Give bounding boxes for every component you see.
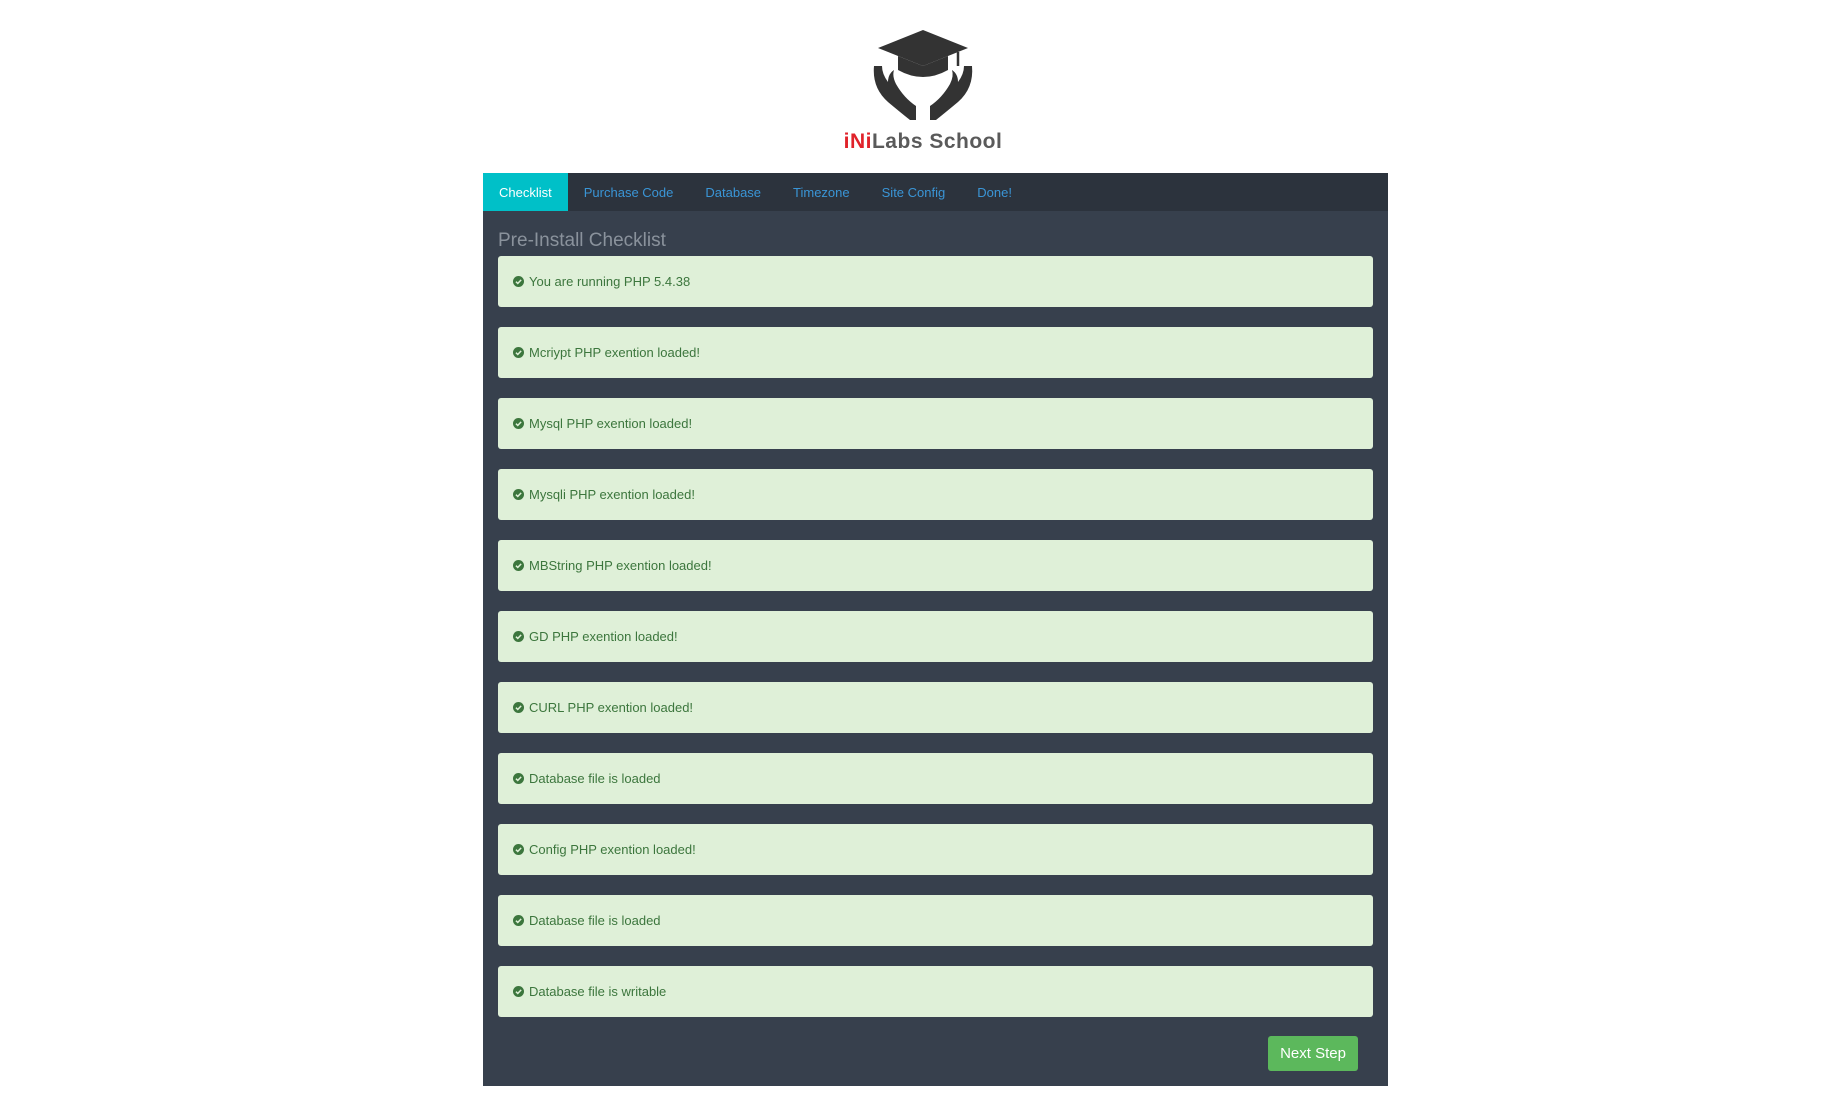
- checklist-item-text: Mcriypt PHP exention loaded!: [529, 345, 701, 360]
- tab-checklist[interactable]: Checklist: [483, 173, 568, 211]
- checklist-item: Mcriypt PHP exention loaded!: [498, 327, 1373, 378]
- checklist-item: GD PHP exention loaded!: [498, 611, 1373, 662]
- tab-database[interactable]: Database: [689, 173, 777, 211]
- checklist-item-text: MBString PHP exention loaded!: [529, 558, 712, 573]
- checklist-item-text: You are running PHP 5.4.38: [529, 274, 691, 289]
- graduation-cap-hands-icon: [873, 30, 973, 120]
- step-tabs: Checklist Purchase Code Database Timezon…: [483, 173, 1388, 211]
- panel-footer: Next Step: [1268, 1036, 1358, 1071]
- installer-page: iNiLabs School Checklist Purchase Code D…: [0, 0, 1846, 1093]
- checklist-item-text: GD PHP exention loaded!: [529, 629, 678, 644]
- checklist-item-text: Config PHP exention loaded!: [529, 842, 696, 857]
- brand-name-accent: iNi: [843, 130, 872, 153]
- checklist-item: Mysql PHP exention loaded!: [498, 398, 1373, 449]
- checklist-item: Mysqli PHP exention loaded!: [498, 469, 1373, 520]
- check-circle-icon: [513, 773, 524, 784]
- checklist-item: You are running PHP 5.4.38: [498, 256, 1373, 307]
- checklist-item: Config PHP exention loaded!: [498, 824, 1373, 875]
- checklist-item: Database file is loaded: [498, 895, 1373, 946]
- check-circle-icon: [513, 560, 524, 571]
- check-circle-icon: [513, 631, 524, 642]
- tab-purchase-code[interactable]: Purchase Code: [568, 173, 690, 211]
- checklist-item: MBString PHP exention loaded!: [498, 540, 1373, 591]
- tab-site-config[interactable]: Site Config: [866, 173, 962, 211]
- checklist-item-text: Mysql PHP exention loaded!: [529, 416, 693, 431]
- check-circle-icon: [513, 347, 524, 358]
- checklist-item: Database file is writable: [498, 966, 1373, 1017]
- checklist-item-text: Mysqli PHP exention loaded!: [529, 487, 695, 502]
- checklist-item-text: CURL PHP exention loaded!: [529, 700, 694, 715]
- tab-done[interactable]: Done!: [961, 173, 1028, 211]
- brand-name: iNiLabs School: [0, 130, 1846, 154]
- check-circle-icon: [513, 276, 524, 287]
- checklist-item: CURL PHP exention loaded!: [498, 682, 1373, 733]
- check-circle-icon: [513, 702, 524, 713]
- check-circle-icon: [513, 489, 524, 500]
- checklist-item-text: Database file is loaded: [529, 771, 661, 786]
- tab-timezone[interactable]: Timezone: [777, 173, 866, 211]
- checklist-item-text: Database file is writable: [529, 984, 667, 999]
- checklist-item-text: Database file is loaded: [529, 913, 661, 928]
- check-circle-icon: [513, 418, 524, 429]
- check-circle-icon: [513, 844, 524, 855]
- next-step-button[interactable]: Next Step: [1268, 1036, 1358, 1071]
- checklist-item: Database file is loaded: [498, 753, 1373, 804]
- check-circle-icon: [513, 986, 524, 997]
- brand-name-rest: Labs School: [871, 130, 1003, 153]
- installer-panel: Checklist Purchase Code Database Timezon…: [483, 173, 1388, 1086]
- panel-title: Pre-Install Checklist: [498, 230, 666, 251]
- checklist: You are running PHP 5.4.38 Mcriypt PHP e…: [498, 256, 1373, 1017]
- brand-header: iNiLabs School: [0, 26, 1846, 154]
- check-circle-icon: [513, 915, 524, 926]
